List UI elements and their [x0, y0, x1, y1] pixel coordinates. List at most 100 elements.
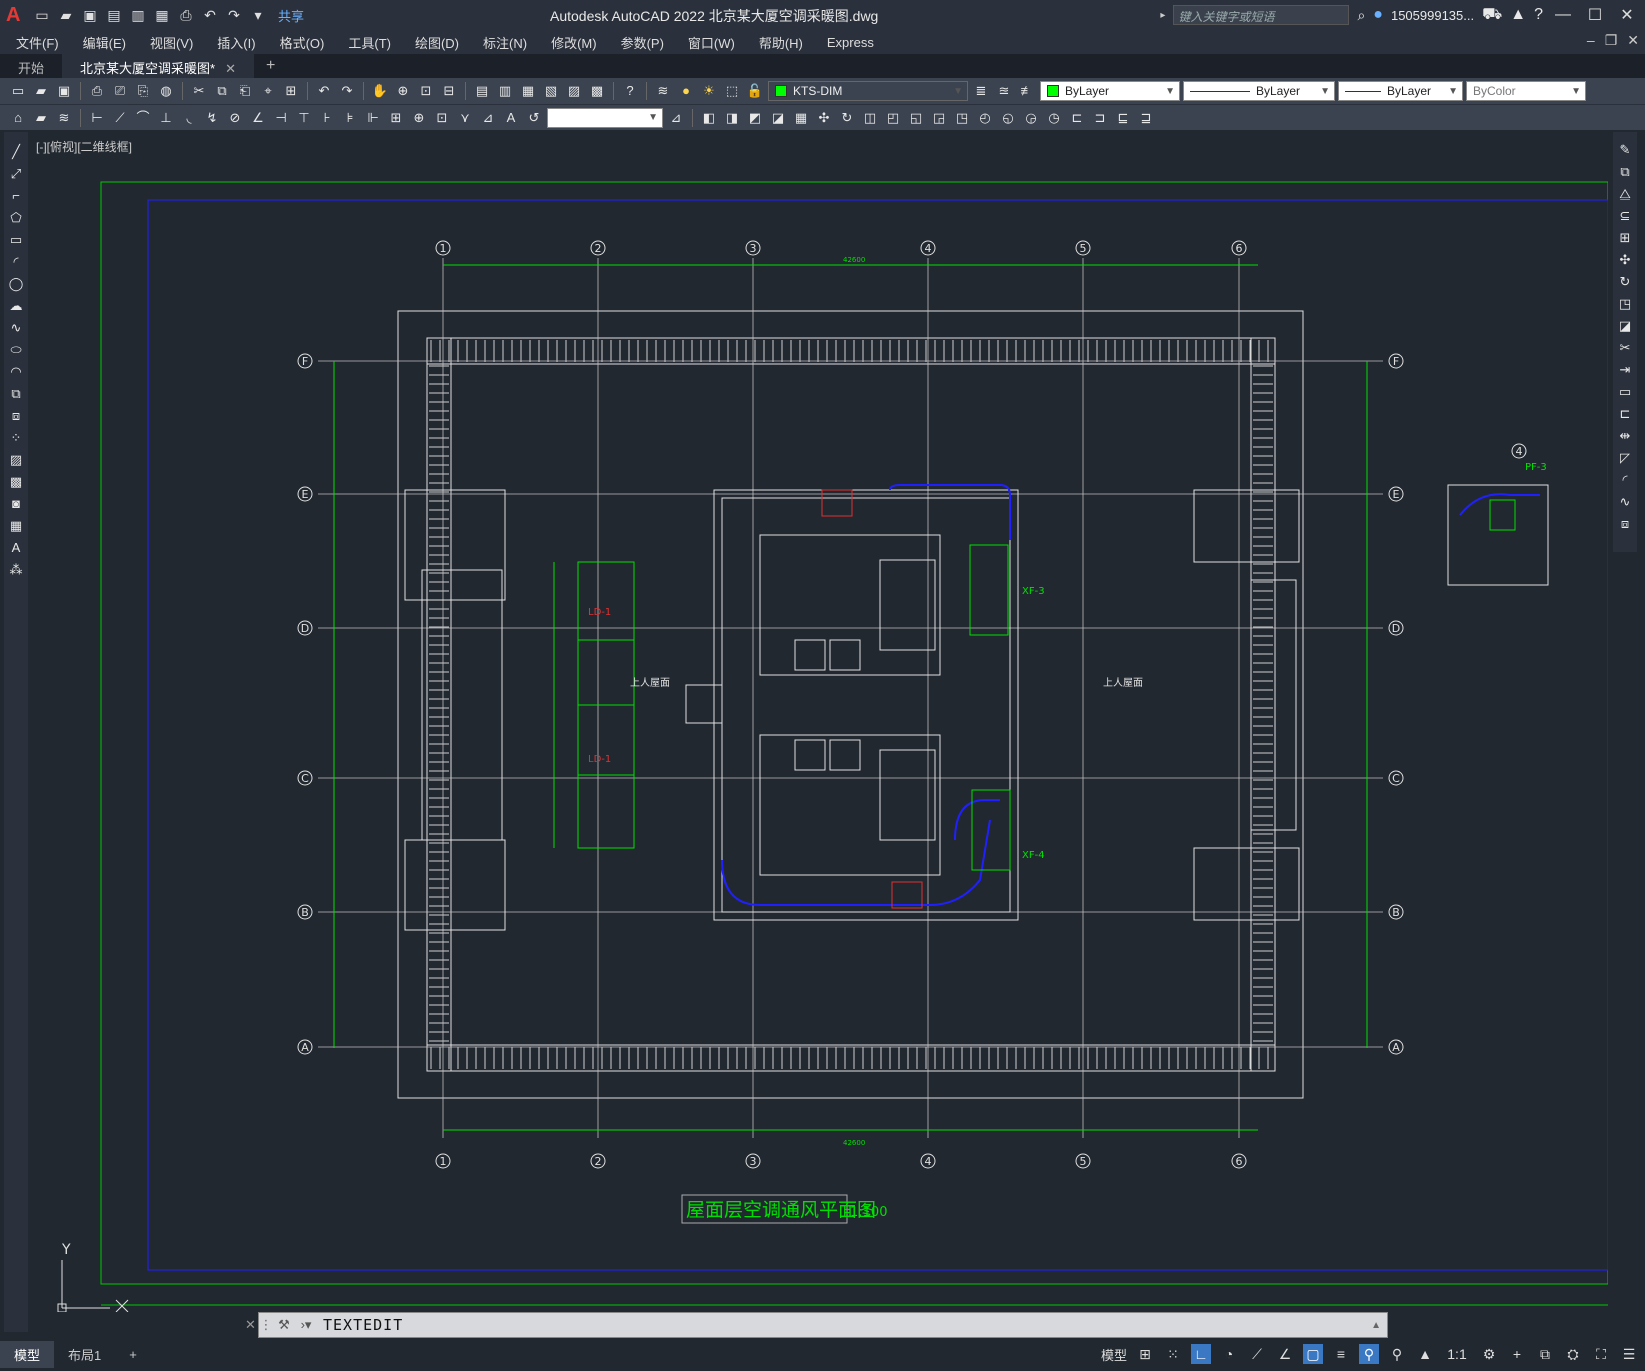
break-icon[interactable]: ◳ [952, 108, 972, 128]
dim-style-dropdown[interactable]: ▼ [547, 107, 663, 128]
ellipse-icon[interactable]: ⬭ [6, 340, 26, 359]
linetype-dropdown[interactable]: ByLayer ▼ [1183, 81, 1335, 101]
help-icon-2[interactable]: ? [620, 81, 640, 101]
explode-icon[interactable]: ◷ [1044, 108, 1064, 128]
cart-icon[interactable]: ⛟ [1482, 5, 1502, 25]
array-icon-r[interactable]: ⊞ [1615, 228, 1635, 247]
dim-linear-icon[interactable]: ⊢ [87, 108, 107, 128]
tab-close-icon[interactable]: ✕ [225, 61, 236, 76]
rotate-icon[interactable]: ↻ [837, 108, 857, 128]
trim-icon[interactable]: ◱ [906, 108, 926, 128]
scale-icon-r[interactable]: ◳ [1615, 294, 1635, 313]
search-icon[interactable]: ⌕ [1357, 7, 1365, 24]
insert-block-icon[interactable]: ⧉ [6, 384, 26, 403]
fillet-icon-r[interactable]: ◜ [1615, 470, 1635, 489]
search-input[interactable]: 键入关键字或短语 [1173, 5, 1350, 25]
align-icon[interactable]: ⊑ [1113, 108, 1133, 128]
revcloud-icon[interactable]: ☁ [6, 296, 26, 315]
lengthen-icon[interactable]: ⊏ [1067, 108, 1087, 128]
zoom-window-icon[interactable]: ⊡ [416, 81, 436, 101]
add-selected-icon[interactable]: ⁂ [6, 560, 26, 579]
menu-insert[interactable]: 插入(I) [217, 33, 255, 52]
pan-icon[interactable]: ✋ [370, 81, 390, 101]
tool-palettes-icon[interactable]: ▦ [518, 81, 538, 101]
properties-icon[interactable]: ▤ [472, 81, 492, 101]
erase-icon-r[interactable]: ✎ [1615, 140, 1635, 159]
doc-close-button[interactable]: ✕ [1627, 32, 1639, 49]
cmd-customize-icon[interactable]: ⚒ [273, 1317, 295, 1333]
expand-arrow-icon[interactable]: ▸ [1160, 10, 1165, 21]
point-icon[interactable]: ⁘ [6, 428, 26, 447]
tab-model[interactable]: 模型 [0, 1341, 55, 1368]
tab-layout1[interactable]: 布局1 [54, 1341, 115, 1368]
open-file-icon[interactable]: ▰ [56, 5, 76, 25]
break-point-icon-r[interactable]: ▭ [1615, 382, 1635, 401]
offset-icon-r[interactable]: ⊆ [1615, 206, 1635, 225]
redo-icon-2[interactable]: ↷ [337, 81, 357, 101]
construction-line-icon[interactable]: ⤢ [6, 164, 26, 183]
customize-dropdown-icon[interactable]: ▾ [248, 5, 268, 25]
inspect-icon[interactable]: ⊡ [432, 108, 452, 128]
dim-radius-icon[interactable]: ◟ [179, 108, 199, 128]
make-block-icon[interactable]: ⧈ [6, 406, 26, 425]
plot-icon[interactable]: ⎙ [87, 81, 107, 101]
hatch-icon[interactable]: ▨ [6, 450, 26, 469]
save-icon[interactable]: ▣ [80, 5, 100, 25]
workspace-icon[interactable]: ⌂ [8, 108, 28, 128]
menu-format[interactable]: 格式(O) [280, 33, 325, 52]
doc-restore-button[interactable]: ❐ [1605, 32, 1618, 49]
save-icon-2[interactable]: ▣ [54, 81, 74, 101]
join-icon[interactable]: ◴ [975, 108, 995, 128]
line-icon[interactable]: ╱ [6, 142, 26, 161]
menu-modify[interactable]: 修改(M) [551, 33, 597, 52]
fillet-icon[interactable]: ◶ [1021, 108, 1041, 128]
layer-dropdown[interactable]: KTS-DIM ▼ [768, 81, 968, 101]
object-track-icon[interactable]: ∠ [1275, 1344, 1295, 1364]
preview-icon[interactable]: ⎚ [110, 81, 130, 101]
publish-icon[interactable]: ⎘ [133, 81, 153, 101]
table-icon[interactable]: ▦ [6, 516, 26, 535]
extend-icon[interactable]: ◲ [929, 108, 949, 128]
chamfer-icon[interactable]: ◵ [998, 108, 1018, 128]
stretch-icon[interactable]: ◰ [883, 108, 903, 128]
tolerance-icon[interactable]: ⊞ [386, 108, 406, 128]
dim-update-icon[interactable]: ↺ [524, 108, 544, 128]
dim-style-icon[interactable]: ⊿ [666, 108, 686, 128]
gradient-icon[interactable]: ▩ [6, 472, 26, 491]
annotation-visibility-icon[interactable]: ⚲ [1359, 1344, 1379, 1364]
workspace-gear-icon[interactable]: ⚙ [1479, 1344, 1499, 1364]
undo-icon-2[interactable]: ↶ [314, 81, 334, 101]
layer-states-icon[interactable]: ≢ [1017, 81, 1037, 101]
web-save-icon[interactable]: ▦ [152, 5, 172, 25]
command-input[interactable]: TEXTEDIT [323, 1316, 403, 1334]
dim-continue-icon[interactable]: ⊦ [317, 108, 337, 128]
dim-jogged-icon[interactable]: ↯ [202, 108, 222, 128]
minimize-button[interactable]: — [1551, 6, 1575, 24]
clean-screen-icon[interactable]: ⛶ [1591, 1344, 1611, 1364]
scale-value[interactable]: 1:1 [1443, 1344, 1471, 1364]
autocad-logo-icon[interactable]: A [6, 4, 28, 26]
move-icon-r[interactable]: ✣ [1615, 250, 1635, 269]
zoom-realtime-icon[interactable]: ⊕ [393, 81, 413, 101]
user-icon[interactable]: ● [1373, 6, 1383, 24]
menu-draw[interactable]: 绘图(D) [415, 33, 459, 52]
polar-icon[interactable]: ◔ [1219, 1344, 1239, 1364]
tab-drawing[interactable]: 北京某大厦空调采暖图* ✕ [62, 54, 254, 78]
grid-icon[interactable]: ⊞ [1135, 1344, 1155, 1364]
print-icon[interactable]: ⎙ [176, 5, 196, 25]
blend-icon-r[interactable]: ∿ [1615, 492, 1635, 511]
ellipse-arc-icon[interactable]: ◠ [6, 362, 26, 381]
rotate-icon-r[interactable]: ↻ [1615, 272, 1635, 291]
move-icon[interactable]: ✣ [814, 108, 834, 128]
polyline-icon[interactable]: ⌐ [6, 186, 26, 205]
array-icon[interactable]: ▦ [791, 108, 811, 128]
polygon-icon[interactable]: ⬠ [6, 208, 26, 227]
open-icon[interactable]: ▰ [31, 81, 51, 101]
lineweight-icon[interactable]: ≡ [1331, 1344, 1351, 1364]
web-open-icon[interactable]: ▥ [128, 5, 148, 25]
cmd-recent-icon[interactable]: ›▾ [295, 1317, 317, 1333]
region-icon[interactable]: ◙ [6, 494, 26, 513]
arc-icon[interactable]: ◜ [6, 252, 26, 271]
join-icon-r[interactable]: ⇹ [1615, 426, 1635, 445]
sheet-set-icon[interactable]: ▧ [541, 81, 561, 101]
